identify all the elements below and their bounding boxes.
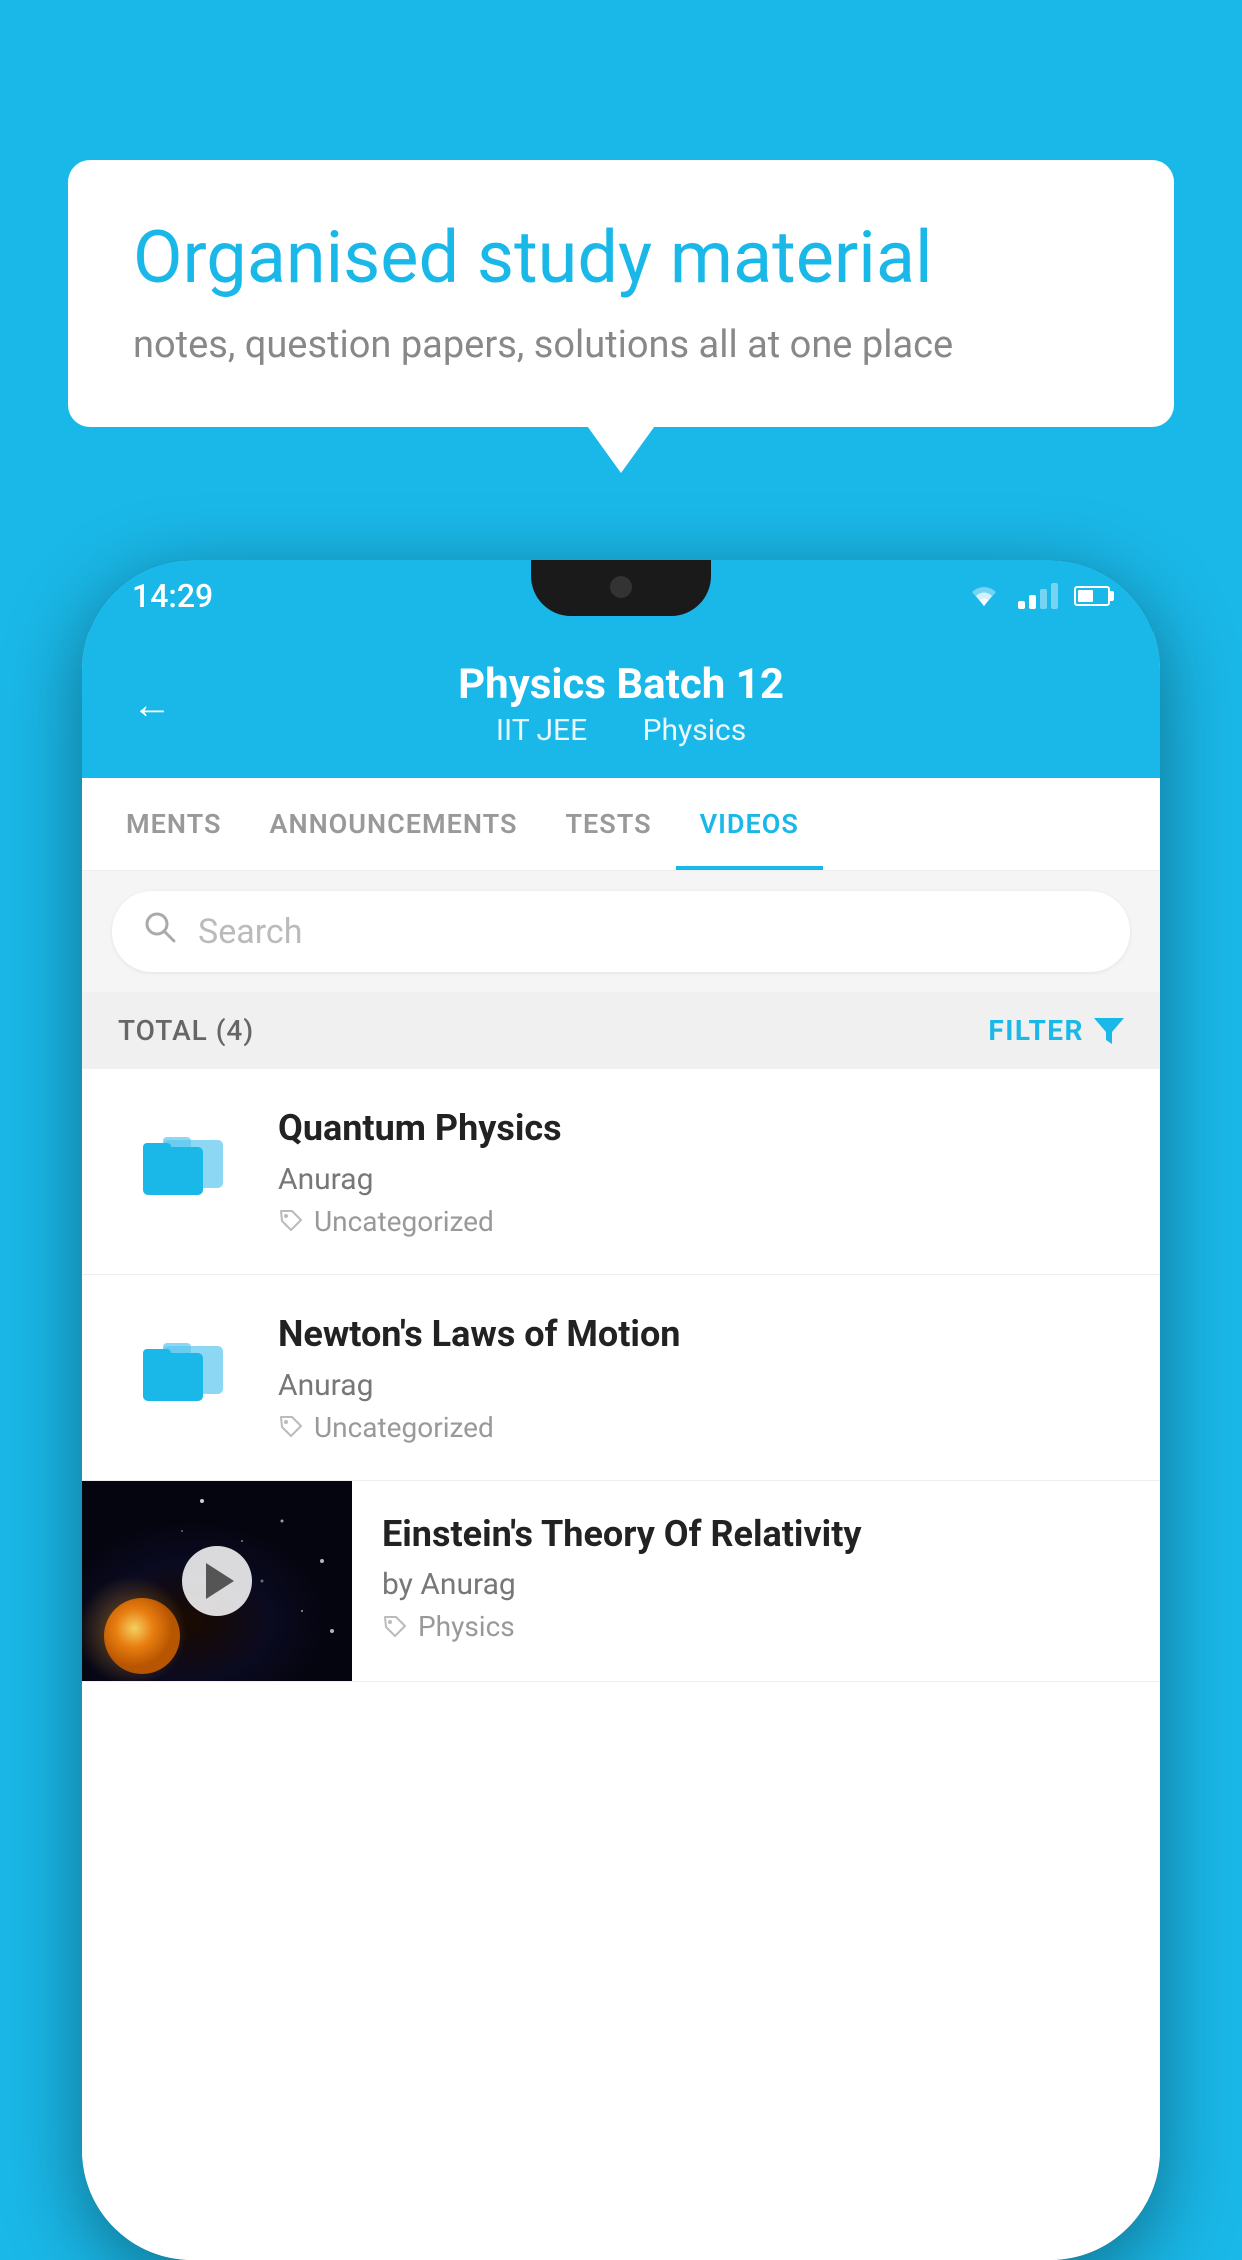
search-icon	[142, 909, 178, 954]
phone-frame: 14:29	[82, 560, 1160, 2260]
batch-title: Physics Batch 12	[202, 660, 1040, 709]
video-info-2: Newton's Laws of Motion Anurag Uncategor…	[278, 1311, 1124, 1444]
video-tag-1: Uncategorized	[278, 1205, 1124, 1238]
tab-announcements[interactable]: ANNOUNCEMENTS	[245, 778, 541, 870]
folder-thumbnail-2	[118, 1311, 248, 1416]
back-button[interactable]: ←	[132, 681, 172, 728]
play-button[interactable]	[182, 1546, 252, 1616]
wifi-icon	[966, 582, 1002, 610]
tabs-bar: MENTS ANNOUNCEMENTS TESTS VIDEOS	[82, 778, 1160, 871]
list-item[interactable]: Einstein's Theory Of Relativity by Anura…	[82, 1481, 1160, 1682]
app-content: ← Physics Batch 12 IIT JEE Physics MENTS…	[82, 632, 1160, 2260]
search-placeholder: Search	[198, 912, 302, 952]
folder-icon	[133, 1321, 233, 1406]
header-title-area: Physics Batch 12 IIT JEE Physics	[202, 660, 1040, 748]
filter-button[interactable]: FILTER	[988, 1014, 1124, 1047]
folder-icon	[133, 1115, 233, 1200]
video-author-1: Anurag	[278, 1162, 1124, 1197]
einstein-thumbnail	[82, 1481, 352, 1681]
video-tag-2: Uncategorized	[278, 1411, 1124, 1444]
filter-icon	[1094, 1018, 1124, 1044]
search-box[interactable]: Search	[112, 891, 1130, 972]
subtitle-part1: IIT JEE	[496, 713, 587, 748]
einstein-tag-text: Physics	[418, 1610, 515, 1643]
status-icons	[966, 582, 1110, 610]
einstein-info: Einstein's Theory Of Relativity by Anura…	[352, 1481, 1160, 1674]
tab-videos[interactable]: VIDEOS	[676, 778, 823, 870]
search-area: Search	[82, 871, 1160, 992]
total-count: TOTAL (4)	[118, 1014, 254, 1047]
battery-icon	[1074, 586, 1110, 606]
video-info-1: Quantum Physics Anurag Uncategorized	[278, 1105, 1124, 1238]
bubble-subtitle: notes, question papers, solutions all at…	[133, 323, 1109, 367]
filter-row: TOTAL (4) FILTER	[82, 992, 1160, 1069]
tab-ments[interactable]: MENTS	[102, 778, 245, 870]
list-item[interactable]: Newton's Laws of Motion Anurag Uncategor…	[82, 1275, 1160, 1481]
tab-tests[interactable]: TESTS	[541, 778, 675, 870]
folder-thumbnail-1	[118, 1105, 248, 1210]
batch-subtitle: IIT JEE Physics	[202, 713, 1040, 748]
play-triangle	[206, 1563, 234, 1599]
phone-screen: ← Physics Batch 12 IIT JEE Physics MENTS…	[82, 632, 1160, 2260]
tag-text-2: Uncategorized	[314, 1411, 494, 1444]
tag-text-1: Uncategorized	[314, 1205, 494, 1238]
tag-icon	[382, 1614, 408, 1640]
einstein-title: Einstein's Theory Of Relativity	[382, 1511, 1130, 1558]
einstein-author: by Anurag	[382, 1567, 1130, 1602]
video-title-1: Quantum Physics	[278, 1105, 1124, 1152]
einstein-tag: Physics	[382, 1610, 1130, 1643]
video-title-2: Newton's Laws of Motion	[278, 1311, 1124, 1358]
filter-label: FILTER	[988, 1014, 1084, 1047]
list-item[interactable]: Quantum Physics Anurag Uncategorized	[82, 1069, 1160, 1275]
speech-bubble: Organised study material notes, question…	[68, 160, 1174, 427]
signal-icon	[1018, 583, 1058, 609]
tag-icon	[278, 1208, 304, 1234]
video-list: Quantum Physics Anurag Uncategorized	[82, 1069, 1160, 2260]
status-bar: 14:29	[82, 560, 1160, 632]
notch	[531, 560, 711, 616]
bubble-title: Organised study material	[133, 215, 1109, 301]
app-header: ← Physics Batch 12 IIT JEE Physics	[82, 632, 1160, 778]
tag-icon	[278, 1414, 304, 1440]
speech-bubble-area: Organised study material notes, question…	[68, 160, 1174, 427]
video-author-2: Anurag	[278, 1368, 1124, 1403]
subtitle-part2: Physics	[643, 713, 747, 748]
camera-dot	[610, 576, 632, 598]
status-time: 14:29	[132, 577, 213, 615]
